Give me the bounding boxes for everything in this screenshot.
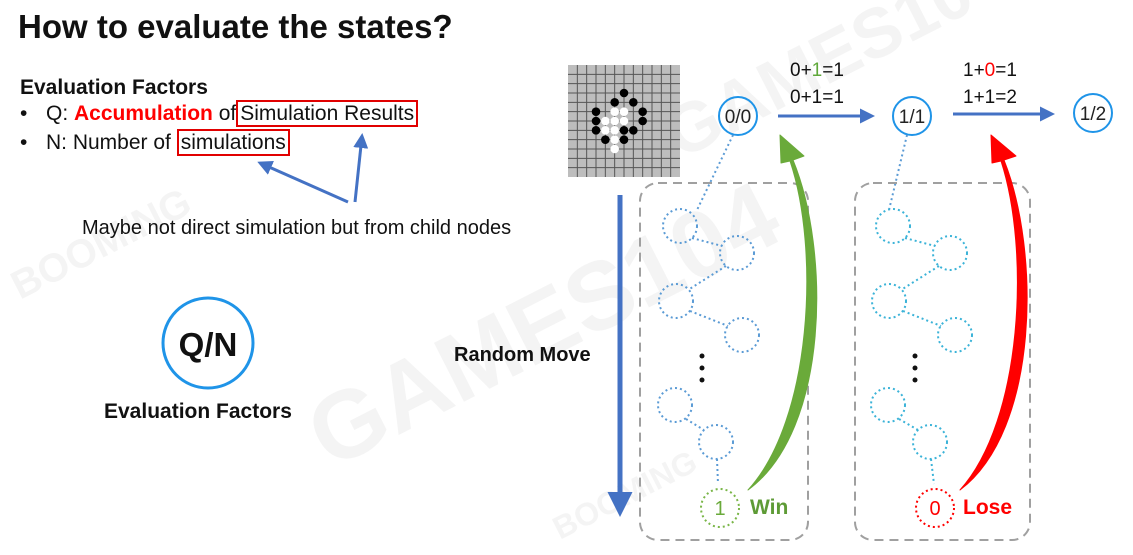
- black-stone: [601, 135, 610, 144]
- black-stone: [591, 116, 601, 126]
- white-stone: [601, 126, 610, 135]
- equation-block-1: 0+1=1 0+1=1: [790, 57, 844, 111]
- black-stone: [638, 107, 647, 116]
- simulations-box: simulations: [176, 129, 290, 156]
- ellipsis-2: [912, 353, 918, 383]
- black-stone: [591, 126, 601, 135]
- black-stone: [619, 135, 629, 144]
- watermark-booming-bottom: BOOMING: [547, 443, 703, 546]
- q-accumulation: Accumulation: [74, 102, 213, 125]
- qn-caption: Evaluation Factors: [104, 400, 292, 423]
- subtree-2: [870, 208, 973, 485]
- watermark-booming: BOOMING: [4, 180, 198, 308]
- evaluation-factors-heading: Evaluation Factors: [20, 76, 208, 99]
- bullet-dot: •: [20, 102, 28, 125]
- black-stone: [619, 126, 629, 135]
- lose-label: Lose: [963, 496, 1013, 519]
- go-board-image: [568, 65, 680, 177]
- white-stone: [610, 126, 619, 135]
- black-stone: [619, 88, 629, 98]
- page-title: How to evaluate the states?: [18, 8, 453, 45]
- white-stone: [610, 144, 619, 154]
- equation-block-2: 1+0=1 1+1=2: [963, 57, 1017, 111]
- q-prefix: Q:: [46, 102, 69, 125]
- state-2-label: 1/2: [1080, 104, 1106, 125]
- watermark-games: GAMES104: [291, 161, 796, 489]
- simulation-panel-2: [854, 182, 1031, 541]
- connector-2: [888, 134, 908, 211]
- qn-text: Q/N: [179, 326, 238, 363]
- black-stone: [638, 116, 647, 126]
- n-prefix: N: Number of: [46, 131, 171, 154]
- black-stone: [629, 126, 638, 135]
- white-stone: [610, 135, 619, 144]
- lose-value: 0: [929, 498, 940, 520]
- bullet-dot: •: [20, 131, 28, 154]
- random-move-label: Random Move: [454, 344, 591, 366]
- ellipsis-1: [699, 353, 705, 383]
- black-stone: [610, 98, 619, 107]
- black-stone: [629, 98, 638, 107]
- equation-1-line-2: 0+1=1: [790, 87, 844, 108]
- equation-2-line-1: 1+0=1: [963, 60, 1017, 81]
- black-stone: [591, 107, 601, 116]
- white-stone: [610, 107, 619, 116]
- white-stone: [601, 116, 610, 126]
- win-label: Win: [750, 496, 789, 519]
- simulation-results-box: Simulation Results: [236, 100, 419, 127]
- white-stone: [610, 116, 619, 126]
- win-value: 1: [714, 498, 725, 520]
- white-stone: [619, 107, 629, 116]
- bullet-n: • N: Number of simulations: [20, 129, 290, 156]
- equation-2-line-2: 1+1=2: [963, 87, 1017, 108]
- white-stone: [619, 116, 629, 126]
- lose-backprop-arrow: [959, 134, 1028, 491]
- q-of: of: [218, 102, 237, 125]
- state-0-label: 0/0: [725, 107, 751, 128]
- state-1-label: 1/1: [899, 107, 925, 128]
- equation-1-line-1: 0+1=1: [790, 60, 844, 81]
- bullet-q: • Q: Accumulation of Simulation Results: [20, 100, 419, 127]
- child-nodes-note: Maybe not direct simulation but from chi…: [82, 217, 512, 239]
